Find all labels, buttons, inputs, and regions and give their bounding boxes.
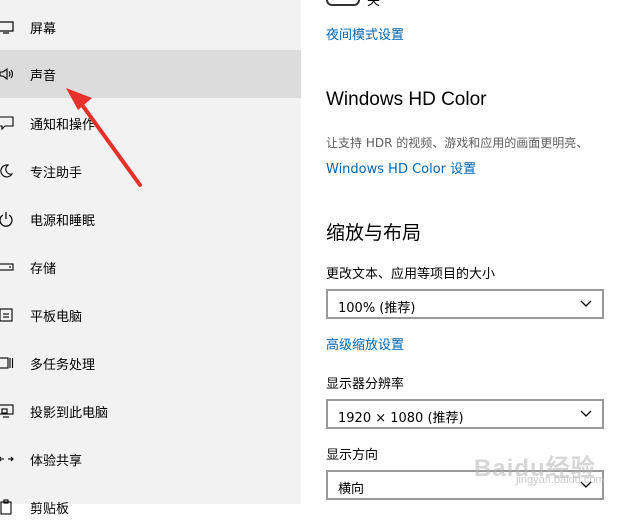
display-settings-panel: 关 夜间模式设置 Windows HD Color 让支持 HDR 的视频、游戏… — [301, 0, 619, 504]
notification-icon — [0, 115, 14, 131]
sidebar-item-label: 声音 — [30, 68, 57, 84]
sidebar-item-label: 电源和睡眠 — [30, 213, 96, 229]
project-icon — [0, 403, 14, 419]
orientation-dropdown-value: 横向 — [338, 482, 365, 497]
moon-icon — [0, 163, 14, 179]
storage-icon — [0, 259, 14, 275]
sidebar-item-display[interactable]: 屏幕 — [0, 3, 301, 51]
sidebar-item-storage[interactable]: 存储 — [0, 243, 301, 291]
sidebar-item-label: 多任务处理 — [30, 357, 96, 373]
sidebar-item-label: 剪贴板 — [30, 501, 70, 517]
chevron-down-icon — [580, 299, 592, 309]
sidebar-item-label: 屏幕 — [30, 21, 57, 37]
sidebar-item-label: 存储 — [30, 261, 57, 277]
sidebar-item-focus-assist[interactable]: 专注助手 — [0, 147, 301, 195]
display-icon — [0, 19, 14, 35]
sidebar-item-shared-experiences[interactable]: 体验共享 — [0, 435, 301, 483]
settings-sidebar: 屏幕 声音 通知和操作 专注助手 电源和睡眠 存储 平板电脑 多任务处理 投影到… — [0, 0, 301, 517]
sidebar-item-label: 专注助手 — [30, 165, 83, 181]
scale-dropdown[interactable]: 100% (推荐) — [326, 289, 604, 319]
scale-layout-heading: 缩放与布局 — [326, 222, 422, 244]
resolution-dropdown-value: 1920 × 1080 (推荐) — [338, 411, 464, 426]
night-light-settings-link[interactable]: 夜间模式设置 — [326, 24, 404, 43]
chevron-down-icon — [580, 409, 592, 419]
night-light-toggle[interactable] — [326, 0, 360, 6]
orientation-label: 显示方向 — [326, 448, 379, 463]
scale-dropdown-value: 100% (推荐) — [338, 301, 416, 316]
sidebar-item-label: 通知和操作 — [30, 117, 96, 133]
sidebar-item-sound[interactable]: 声音 — [0, 50, 301, 98]
sidebar-item-tablet[interactable]: 平板电脑 — [0, 291, 301, 339]
sidebar-item-label: 平板电脑 — [30, 309, 83, 325]
hd-color-heading: Windows HD Color — [326, 89, 487, 110]
speaker-icon — [0, 66, 14, 82]
sidebar-item-clipboard[interactable]: 剪贴板 — [0, 483, 301, 531]
sidebar-item-label: 体验共享 — [30, 453, 83, 469]
hd-color-description: 让支持 HDR 的视频、游戏和应用的画面更明亮、 — [326, 136, 589, 150]
multitask-icon — [0, 355, 14, 371]
advanced-scaling-link[interactable]: 高级缩放设置 — [326, 334, 404, 353]
resolution-dropdown[interactable]: 1920 × 1080 (推荐) — [326, 399, 604, 429]
scale-label: 更改文本、应用等项目的大小 — [326, 267, 496, 282]
sidebar-item-notifications[interactable]: 通知和操作 — [0, 99, 301, 147]
baidu-watermark-url: jingyan.baidu.com — [516, 474, 605, 486]
sidebar-item-multitasking[interactable]: 多任务处理 — [0, 339, 301, 387]
sidebar-item-power-sleep[interactable]: 电源和睡眠 — [0, 195, 301, 243]
night-light-toggle-state: 关 — [367, 0, 381, 9]
power-icon — [0, 211, 14, 227]
sidebar-item-project-to-pc[interactable]: 投影到此电脑 — [0, 387, 301, 435]
clipboard-icon — [0, 499, 14, 515]
hd-color-settings-link[interactable]: Windows HD Color 设置 — [326, 158, 476, 177]
sidebar-item-label: 投影到此电脑 — [30, 405, 109, 421]
share-icon — [0, 451, 14, 467]
resolution-label: 显示器分辨率 — [326, 377, 405, 392]
tablet-icon — [0, 307, 14, 323]
